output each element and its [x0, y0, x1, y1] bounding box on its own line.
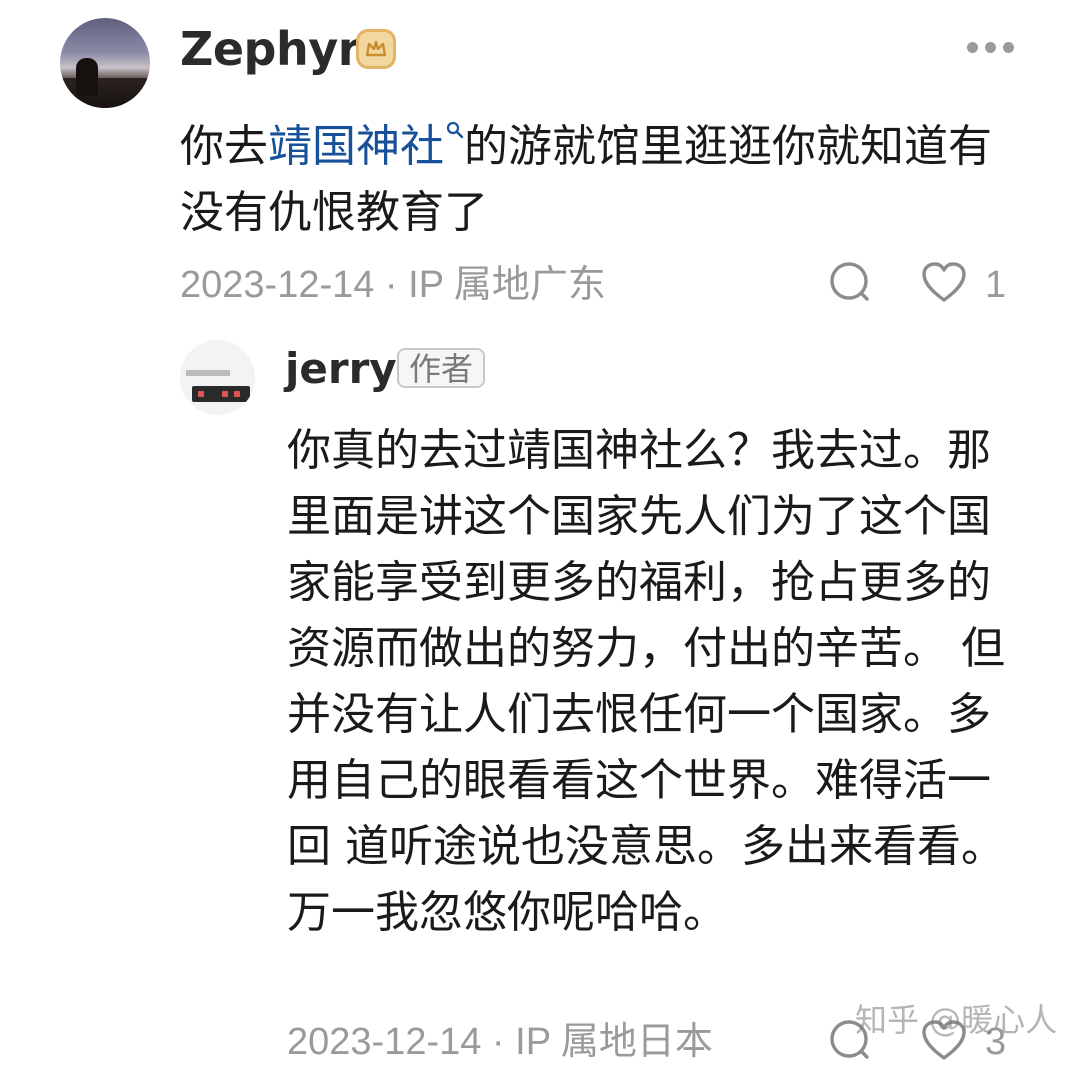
comment-like-count: 1 — [985, 264, 1007, 306]
reply-author-name[interactable]: jerry — [285, 342, 397, 396]
author-tag-badge: 作者 — [397, 348, 486, 388]
watermark: 知乎 @暖心人 — [855, 1001, 1058, 1039]
comment-content: 你去靖国神社 的游就馆里逛逛你就知道有没有仇恨教育了 — [180, 100, 1020, 246]
search-icon[interactable] — [446, 120, 464, 145]
crown-badge-icon — [356, 29, 396, 69]
search-link[interactable]: 靖国神社 — [268, 121, 444, 172]
reply-date-location: 2023-12-14 · IP 属地日本 — [287, 1021, 713, 1063]
comment-author-name[interactable]: Zephyr — [180, 20, 360, 78]
comment-date-location: 2023-12-14 · IP 属地广东 — [180, 264, 606, 306]
heart-icon[interactable] — [920, 260, 968, 308]
comment-text-before: 你去 — [180, 121, 268, 172]
avatar-jerry[interactable] — [180, 340, 255, 415]
comment-icon[interactable] — [828, 260, 872, 308]
reply-content: 你真的去过靖国神社么？我去过。那里面是讲这个国家先人们为了这个国家能享受到更多的… — [287, 425, 1005, 938]
more-icon[interactable] — [965, 38, 1015, 58]
avatar-zephyr[interactable] — [60, 18, 150, 108]
